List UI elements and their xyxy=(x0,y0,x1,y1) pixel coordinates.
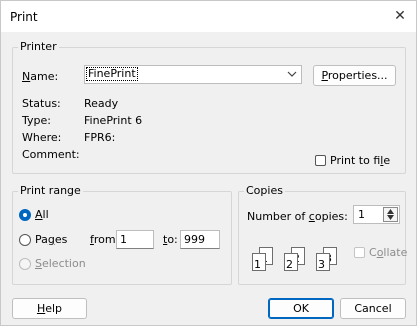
number-of-copies-label: Number of copies: xyxy=(247,210,348,223)
copies-spinner[interactable]: 1 xyxy=(353,205,400,224)
from-input[interactable]: 1 xyxy=(116,230,154,249)
name-label: Name: xyxy=(22,70,59,83)
window-title: Print xyxy=(10,10,38,24)
where-label: Where: xyxy=(22,131,62,144)
printer-name-value: FinePrint xyxy=(86,67,138,81)
from-label: from: xyxy=(90,233,120,246)
printer-group-label: Printer xyxy=(18,40,59,53)
help-button[interactable]: Help xyxy=(12,298,87,319)
selection-radio[interactable] xyxy=(19,258,31,270)
print-to-file-checkbox[interactable] xyxy=(315,155,326,166)
chevron-down-icon xyxy=(287,71,297,77)
all-radio[interactable] xyxy=(19,209,31,221)
collate-label[interactable]: Collate xyxy=(369,246,407,259)
all-label[interactable]: All xyxy=(35,208,49,221)
comment-label: Comment: xyxy=(22,148,80,161)
type-label: Type: xyxy=(22,114,51,127)
print-range-group-label: Print range xyxy=(18,184,83,197)
copies-group-label: Copies xyxy=(244,184,285,197)
spin-up-icon[interactable] xyxy=(387,209,394,214)
close-icon[interactable]: ✕ xyxy=(390,6,410,26)
print-dialog: Print ✕ Printer Name: FinePrint Properti… xyxy=(0,0,417,326)
to-label: to: xyxy=(163,233,178,246)
collate-illustration: 1 1 2 2 3 3 xyxy=(249,247,349,273)
print-to-file-label[interactable]: Print to file xyxy=(330,154,390,167)
type-value: FinePrint 6 xyxy=(84,114,143,127)
pages-label[interactable]: Pages xyxy=(35,233,67,246)
to-input[interactable]: 999 xyxy=(180,230,220,249)
status-value: Ready xyxy=(84,97,119,110)
collate-checkbox[interactable] xyxy=(354,247,365,258)
properties-button[interactable]: Properties... xyxy=(313,65,396,86)
cancel-button[interactable]: Cancel xyxy=(340,298,406,319)
pages-radio[interactable] xyxy=(19,234,31,246)
page-icon: 3 xyxy=(316,253,330,271)
selection-label[interactable]: Selection xyxy=(35,257,86,270)
page-icon: 1 xyxy=(252,253,266,271)
copies-value: 1 xyxy=(358,208,365,221)
ok-button[interactable]: OK xyxy=(268,298,334,319)
title-bar: Print ✕ xyxy=(1,1,416,32)
spin-down-icon[interactable] xyxy=(387,215,394,220)
status-label: Status: xyxy=(22,97,61,110)
spin-buttons[interactable] xyxy=(383,207,398,222)
printer-name-select[interactable]: FinePrint xyxy=(84,65,302,84)
where-value: FPR6: xyxy=(84,131,116,144)
page-icon: 2 xyxy=(284,253,298,271)
